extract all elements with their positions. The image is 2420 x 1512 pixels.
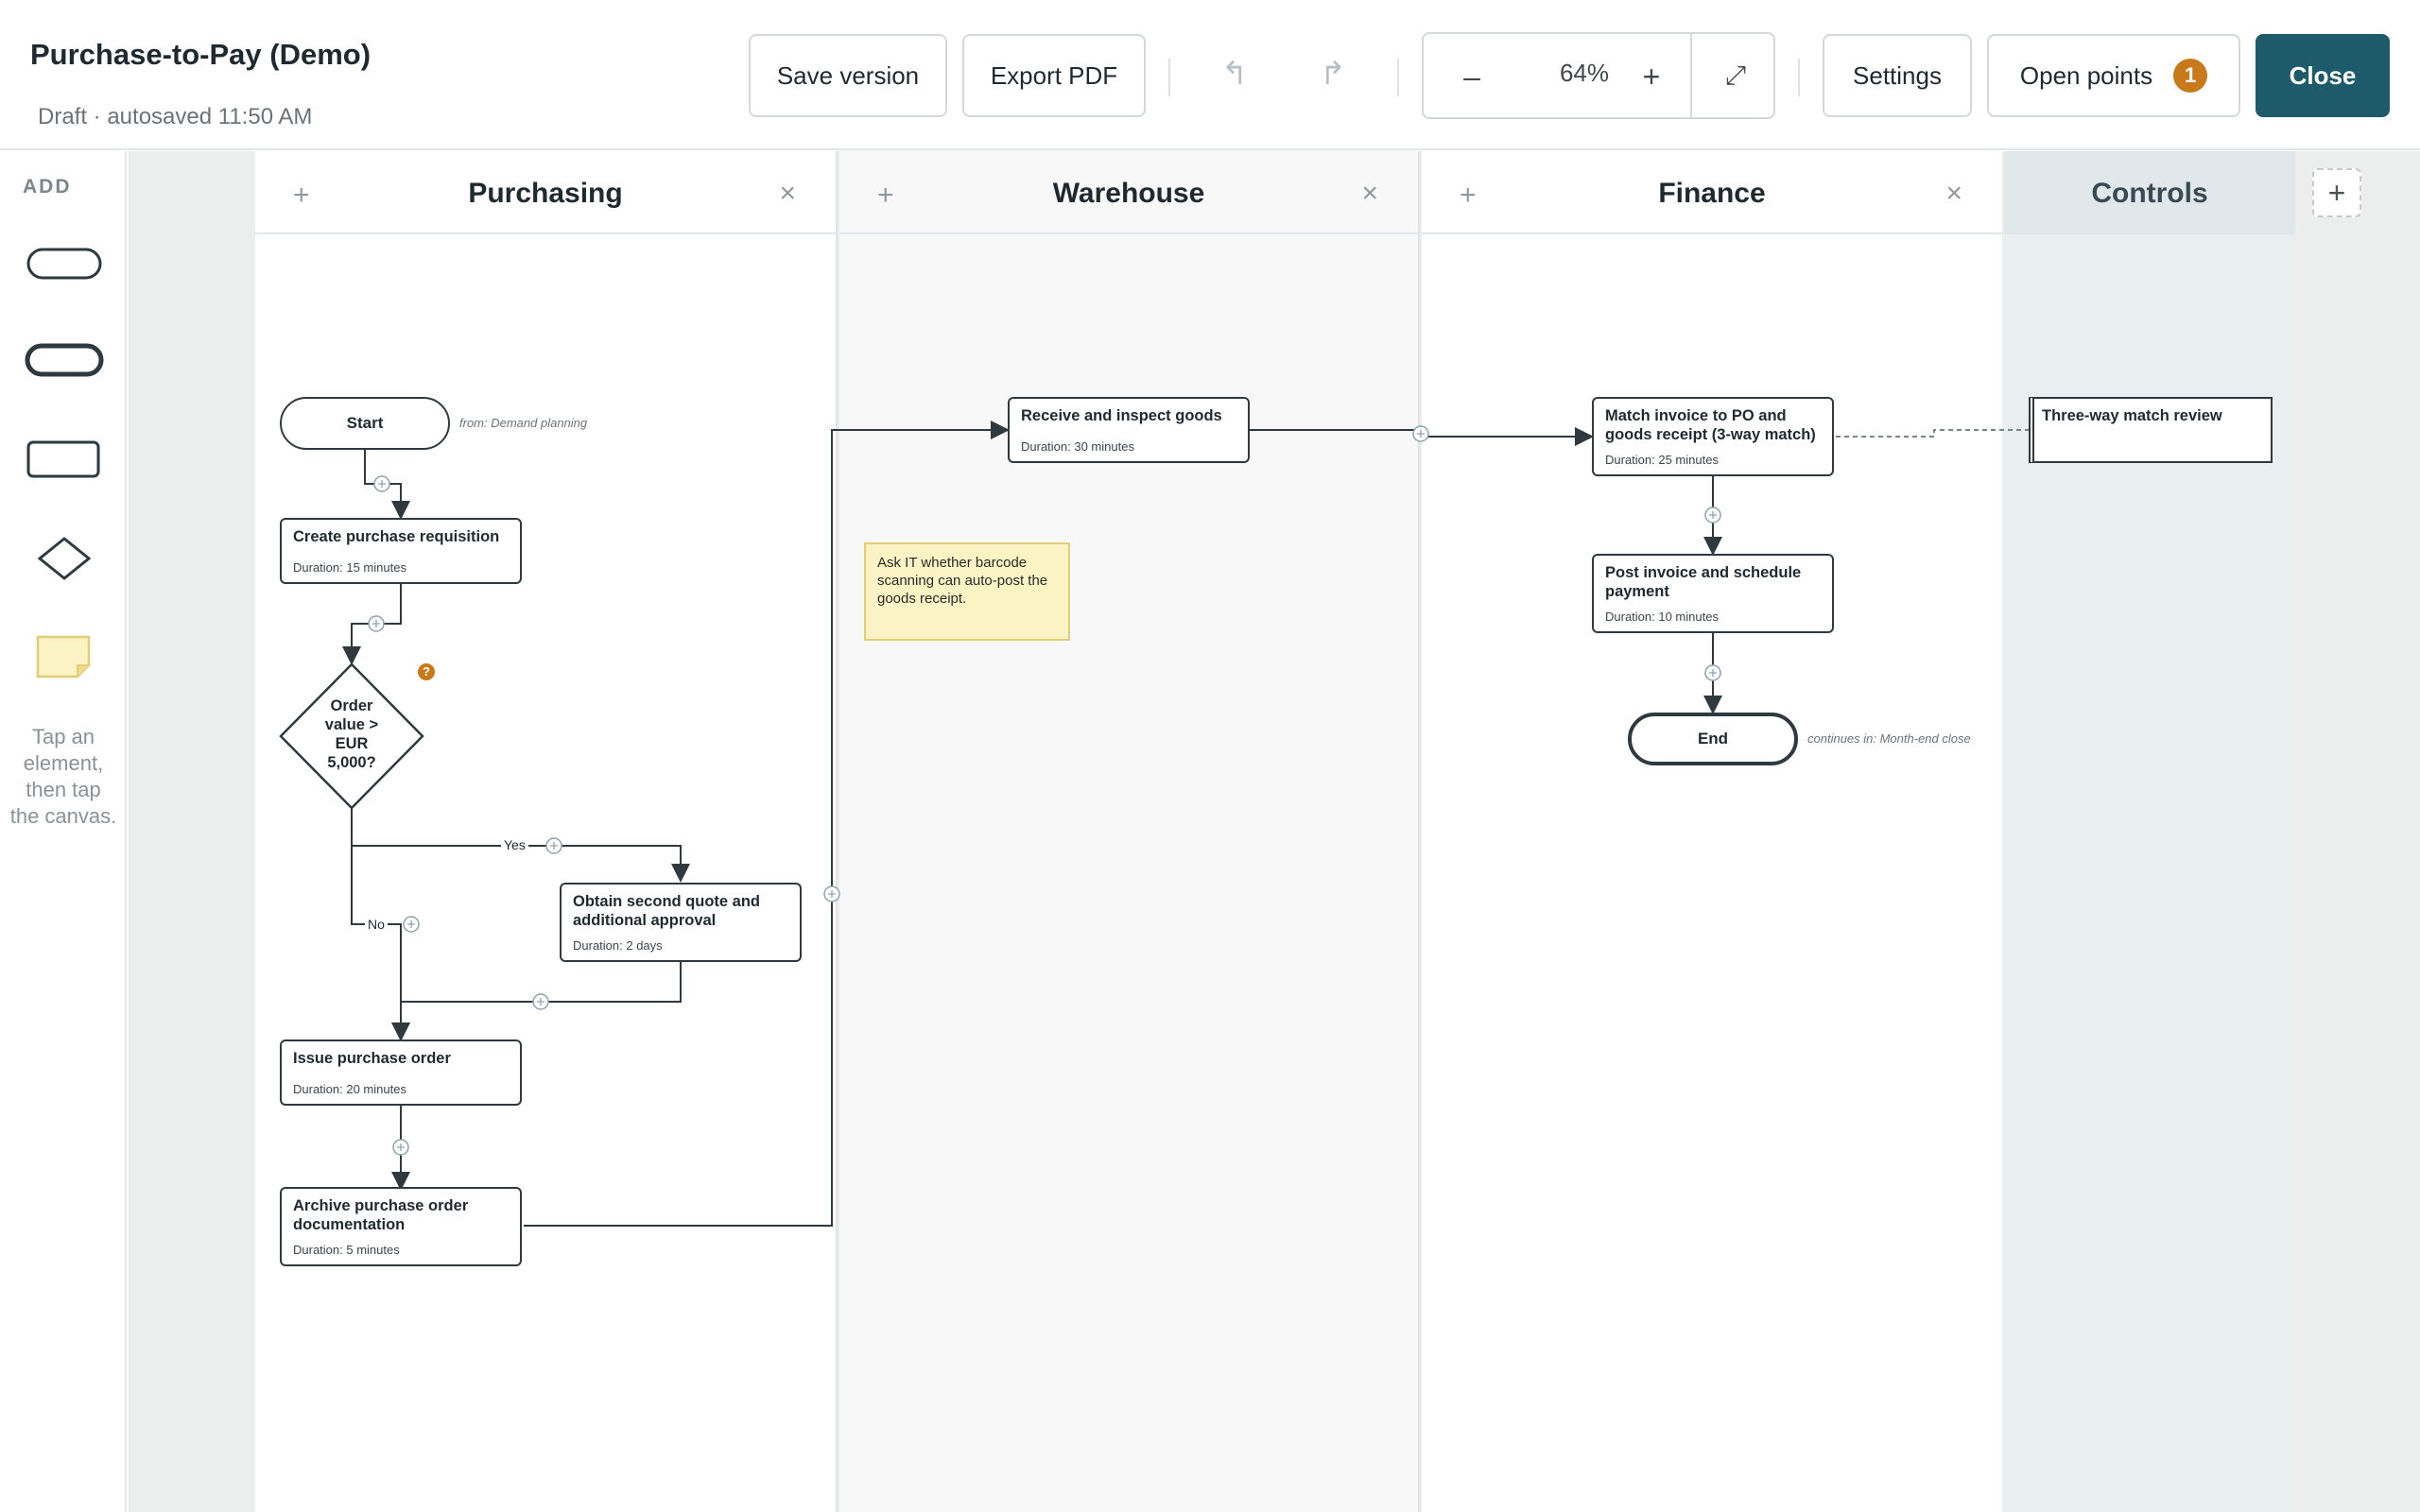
open-points-button[interactable]: Open points 1 [1987, 34, 2240, 117]
palette-label: ADD [23, 176, 72, 198]
open-point-icon[interactable]: ? [418, 663, 435, 680]
start-reference: from: Demand planning [459, 416, 588, 430]
export-pdf-button[interactable]: Export PDF [962, 34, 1146, 117]
process-duration: Duration: 10 minutes [1605, 610, 1719, 624]
app-header: Purchase-to-Pay (Demo) Draft · autosaved… [0, 0, 2420, 150]
process-title: Issue purchase order [293, 1050, 451, 1067]
page-title: Purchase-to-Pay (Demo) [30, 38, 372, 71]
process-shape-icon[interactable] [26, 438, 102, 480]
zoom-divider [1690, 34, 1692, 117]
process-title: Receive and inspect goods [1021, 407, 1222, 424]
process-title: Obtain second quote and additional appro… [573, 893, 761, 929]
process-node[interactable]: Receive and inspect goods Duration: 30 m… [1008, 397, 1250, 463]
sticky-note[interactable]: Ask IT whether barcode scanning can auto… [864, 542, 1070, 641]
edge-label-no: No [365, 917, 388, 932]
connector-layer [342, 421, 2029, 1227]
process-duration: Duration: 20 minutes [293, 1082, 406, 1096]
control-title: Three-way match review [2042, 407, 2222, 424]
end-reference: continues in: Month-end close [1807, 731, 1971, 746]
settings-button[interactable]: Settings [1823, 34, 1972, 117]
process-node[interactable]: Issue purchase order Duration: 20 minute… [280, 1040, 522, 1106]
palette-hint: Tap an element, then tap the canvas. [9, 725, 117, 828]
process-node[interactable]: Obtain second quote and additional appro… [560, 883, 802, 962]
terminal-shape-icon[interactable] [26, 246, 102, 284]
save-status: Draft · autosaved 11:50 AM [38, 104, 313, 129]
sticky-note-shape-icon[interactable] [36, 635, 93, 680]
zoom-in-button[interactable]: + [1628, 53, 1675, 100]
undo-icon[interactable]: ↰ [1216, 55, 1253, 93]
process-node[interactable]: Create purchase requisition Duration: 15… [280, 518, 522, 584]
process-title: Archive purchase order documentation [293, 1197, 469, 1233]
diagram-canvas[interactable]: + Purchasing × + Warehouse × + Finance ×… [129, 151, 2420, 1512]
process-duration: Duration: 5 minutes [293, 1243, 400, 1257]
redo-icon[interactable]: ↱ [1314, 55, 1352, 93]
end-terminal-shape-icon[interactable] [25, 340, 104, 382]
process-node[interactable]: Match invoice to PO and goods receipt (3… [1592, 397, 1834, 476]
decision-shape-icon[interactable] [36, 535, 93, 582]
process-duration: Duration: 25 minutes [1605, 453, 1719, 467]
zoom-out-button[interactable]: – [1448, 53, 1495, 100]
edge-label-yes: Yes [501, 837, 528, 852]
shape-palette: ADD Tap an element, then tap the canvas. [0, 151, 127, 1512]
fit-to-screen-icon[interactable]: ⤢ [1707, 55, 1764, 96]
start-node[interactable]: Start [280, 397, 450, 450]
process-title: Post invoice and schedule payment [1605, 564, 1802, 600]
process-title: Match invoice to PO and goods receipt (3… [1605, 407, 1816, 443]
header-divider [1168, 59, 1170, 96]
decision-label: Order value > EUR 5,000? [324, 697, 379, 771]
header-divider [1798, 59, 1800, 96]
process-title: Create purchase requisition [293, 528, 500, 545]
process-node[interactable]: Post invoice and schedule payment Durati… [1592, 554, 1834, 633]
zoom-control: – 64% + ⤢ [1422, 32, 1775, 119]
close-button[interactable]: Close [2256, 34, 2390, 117]
process-duration: Duration: 30 minutes [1021, 439, 1134, 454]
connector [1836, 429, 2029, 438]
process-node[interactable]: Archive purchase order documentation Dur… [280, 1187, 522, 1266]
control-node[interactable]: Three-way match review [2029, 397, 2273, 463]
save-version-button[interactable]: Save version [749, 34, 947, 117]
open-points-label: Open points [2019, 60, 2153, 90]
end-node[interactable]: End [1628, 713, 1798, 765]
header-divider [1397, 59, 1399, 96]
process-duration: Duration: 2 days [573, 938, 663, 953]
process-duration: Duration: 15 minutes [293, 560, 406, 575]
open-points-badge: 1 [2173, 59, 2208, 93]
